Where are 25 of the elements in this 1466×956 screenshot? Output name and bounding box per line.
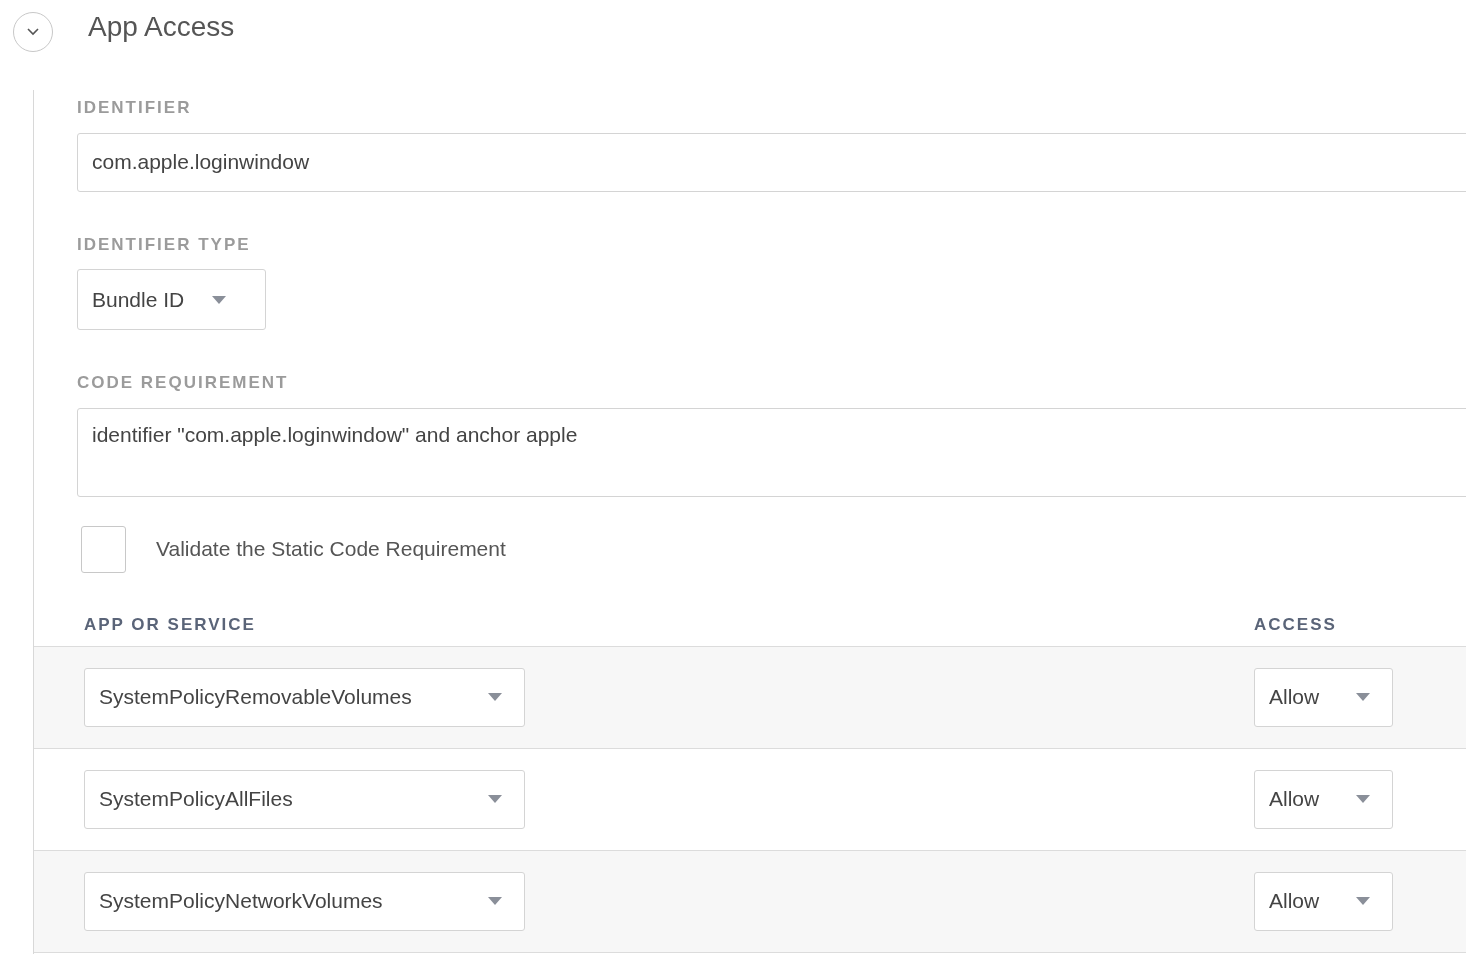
column-header: ACCESS: [1254, 614, 1337, 637]
service-dropdown[interactable]: SystemPolicyNetworkVolumes: [84, 871, 525, 931]
field-label: IDENTIFIER TYPE: [77, 233, 252, 256]
caret-icon: [1356, 795, 1370, 803]
caret-icon: [212, 295, 227, 304]
access-dropdown[interactable]: Allow: [1254, 667, 1393, 727]
select-dropdown[interactable]: Bundle ID: [77, 269, 266, 330]
service-dropdown[interactable]: SystemPolicyAllFiles: [84, 769, 525, 829]
column-header: APP OR SERVICE: [84, 614, 257, 637]
caret-icon: [488, 795, 502, 803]
access-dropdown[interactable]: Allow: [1254, 769, 1393, 829]
caret-icon: [488, 897, 502, 905]
service-dropdown[interactable]: SystemPolicyRemovableVolumes: [84, 667, 525, 727]
checkbox[interactable]: [81, 525, 126, 573]
checkbox-label: Validate the Static Code Requirement: [156, 536, 506, 563]
chevron-icon: [27, 28, 39, 36]
section-title: App Access: [88, 10, 235, 44]
field-label: IDENTIFIER: [77, 97, 193, 119]
caret-icon: [1356, 693, 1370, 701]
caret-icon: [1356, 897, 1370, 905]
access-dropdown[interactable]: Allow: [1254, 871, 1393, 931]
caret-icon: [488, 693, 502, 701]
field-label: CODE REQUIREMENT: [77, 372, 290, 394]
text-field[interactable]: com.apple.loginwindow: [77, 132, 1466, 192]
text-area[interactable]: identifier "com.apple.loginwindow" and anchor apple: [77, 407, 1466, 497]
